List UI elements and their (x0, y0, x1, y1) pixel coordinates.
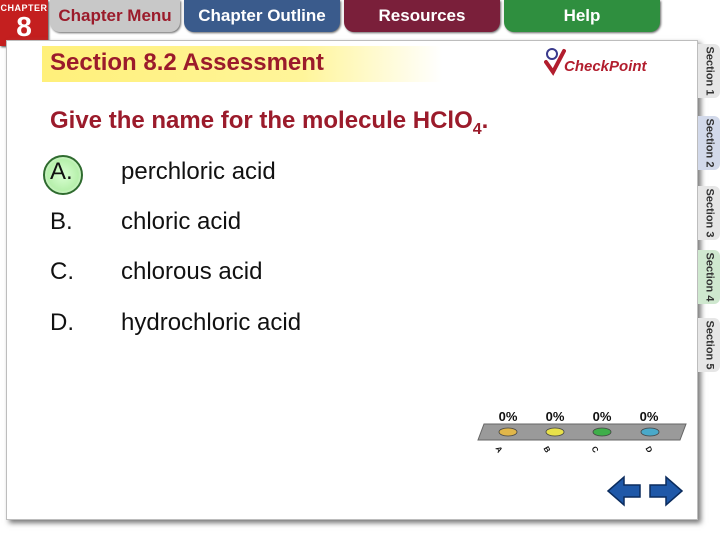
tab-chapter-menu[interactable]: Chapter Menu (50, 0, 180, 32)
answer-d-letter[interactable]: D. (50, 309, 74, 337)
checkpoint-logo-text: CheckPoint (564, 58, 647, 75)
chart-marker-c (592, 427, 612, 437)
side-tab-section-1[interactable]: Section 1 (698, 44, 720, 98)
chart-marker-d (640, 427, 660, 437)
answer-c-text[interactable]: chlorous acid (121, 258, 262, 286)
side-tab-section-5[interactable]: Section 5 (698, 318, 720, 372)
side-tab-label: Section 3 (703, 188, 715, 238)
chart-marker-a (498, 427, 518, 437)
tab-help[interactable]: Help (504, 0, 660, 32)
answer-b-letter[interactable]: B. (50, 208, 73, 236)
question-prefix: Give the name for the molecule HClO (50, 107, 473, 134)
checkmark-icon (544, 48, 566, 76)
answer-a-letter[interactable]: A. (50, 158, 73, 186)
chapter-number: 8 (16, 11, 32, 42)
side-tab-label: Section 5 (703, 320, 715, 370)
previous-arrow-icon[interactable] (606, 473, 642, 509)
side-tab-label: Section 2 (703, 118, 715, 168)
tab-resources[interactable]: Resources (344, 0, 500, 32)
answer-b-text[interactable]: chloric acid (121, 208, 241, 236)
answer-c-letter[interactable]: C. (50, 258, 74, 286)
slide-title: Section 8.2 Assessment (50, 49, 324, 76)
next-arrow-icon[interactable] (648, 473, 684, 509)
question-suffix: . (481, 107, 489, 134)
side-tab-label: Section 1 (703, 46, 715, 96)
side-tab-section-3[interactable]: Section 3 (698, 186, 720, 240)
side-tab-label: Section 4 (703, 252, 715, 302)
top-navigation: CHAPTER 8 Chapter Menu Chapter Outline R… (0, 0, 720, 46)
answer-a-text[interactable]: perchloric acid (121, 158, 276, 186)
tab-chapter-outline[interactable]: Chapter Outline (184, 0, 340, 32)
question-text: Give the name for the molecule HClO4. (50, 107, 488, 139)
chart-marker-b (545, 427, 565, 437)
chart-plot (477, 423, 687, 441)
question-subscript: 4 (472, 120, 482, 138)
checkpoint-logo: CheckPoint (544, 48, 656, 82)
answer-d-text[interactable]: hydrochloric acid (121, 309, 301, 337)
side-tab-section-4[interactable]: Section 4 (698, 250, 720, 304)
side-tab-section-2[interactable]: Section 2 (698, 116, 720, 170)
